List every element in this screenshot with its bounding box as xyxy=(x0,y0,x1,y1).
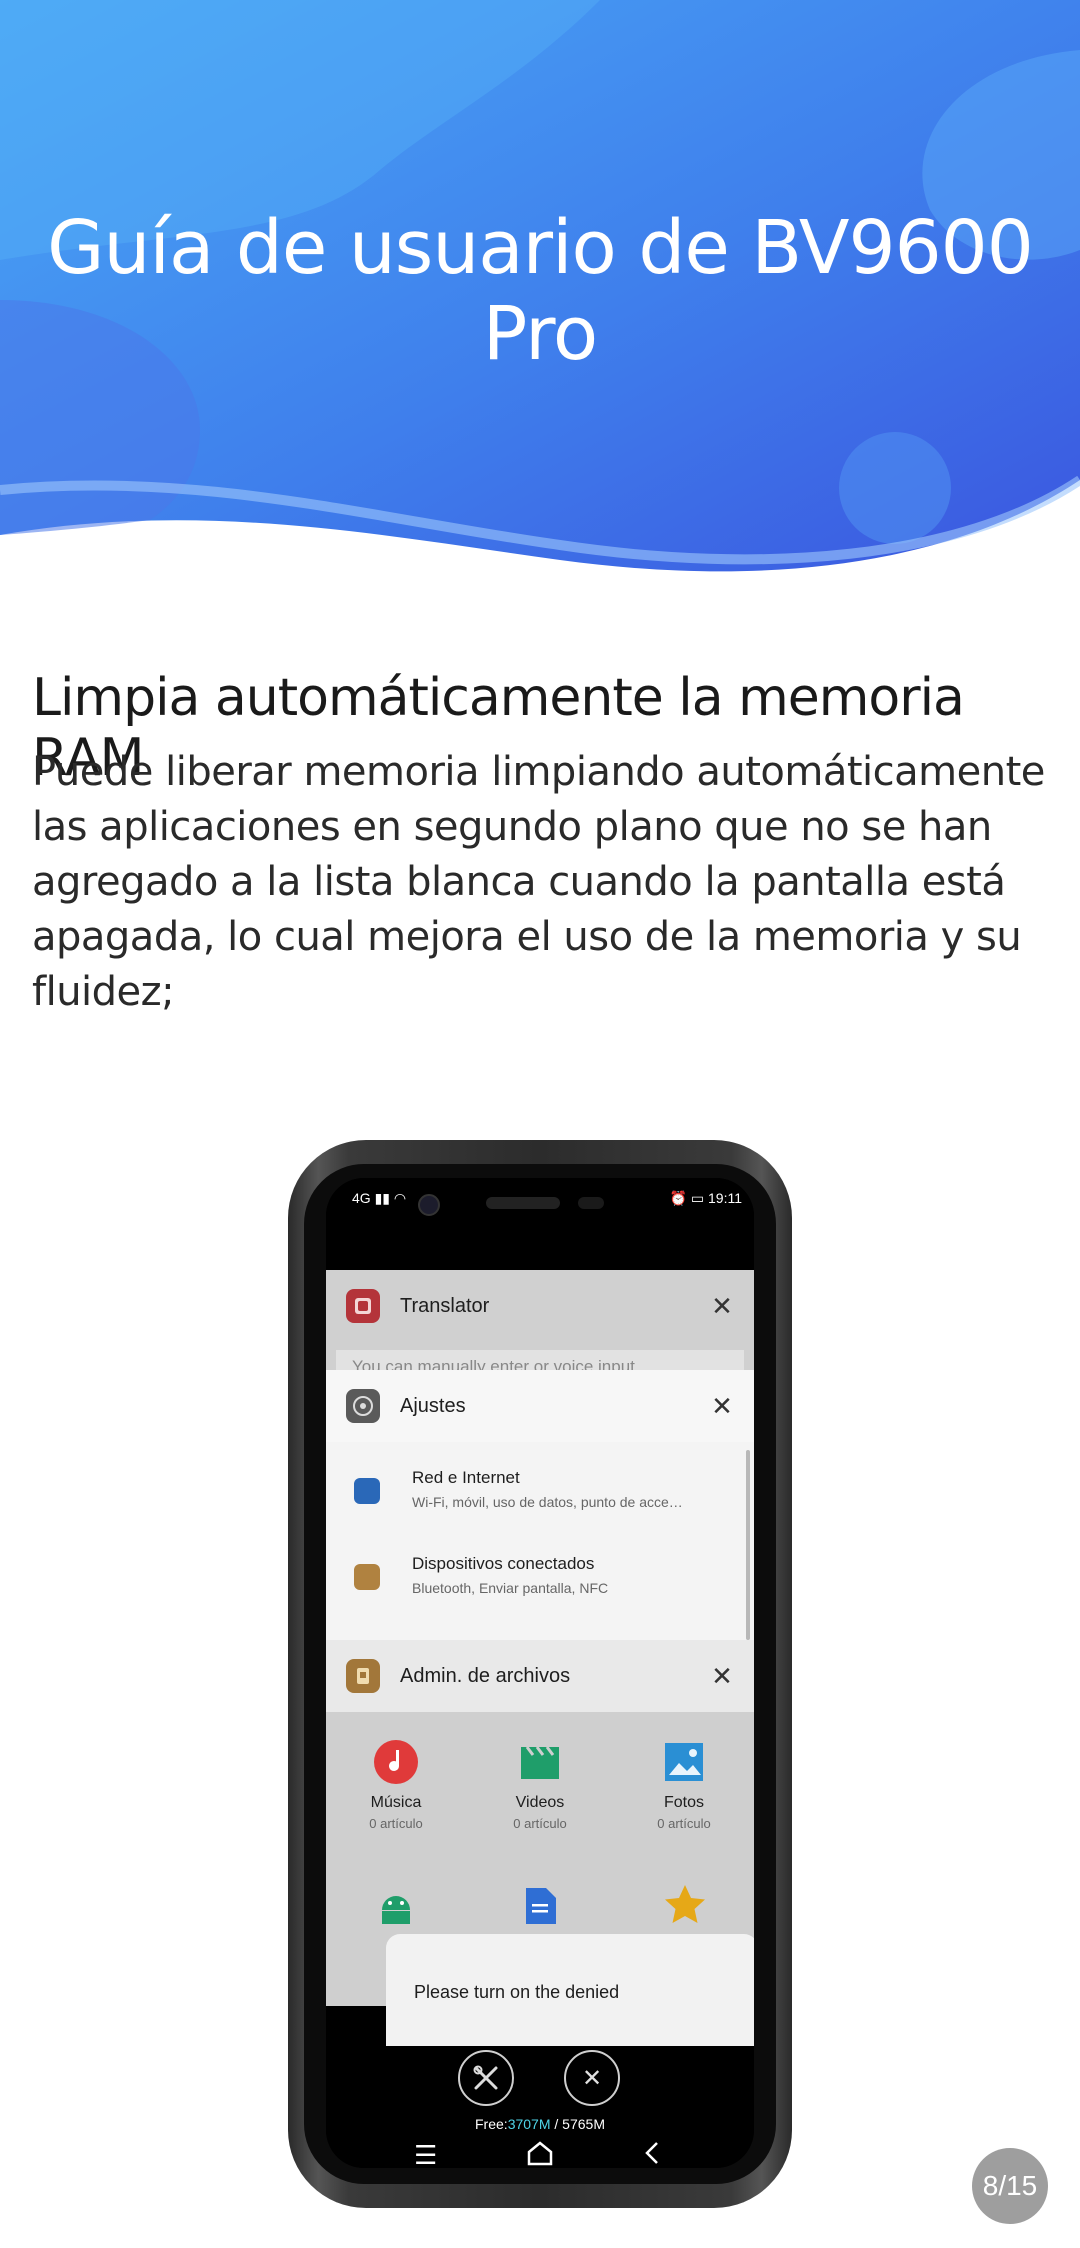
memory-readout: Free:3707M / 5765M xyxy=(326,2116,754,2132)
permission-dialog[interactable]: Please turn on the denied xyxy=(386,1934,754,2046)
menu-nav-icon[interactable]: ☰ xyxy=(414,2140,437,2168)
clear-all-button[interactable]: ✕ xyxy=(564,2050,620,2106)
category-videos[interactable]: Videos 0 artículo xyxy=(480,1738,600,1831)
card-title: Ajustes xyxy=(400,1394,466,1417)
scrollbar[interactable] xyxy=(746,1450,750,1640)
wifi-icon xyxy=(354,1478,380,1504)
card-title: Admin. de archivos xyxy=(400,1664,571,1687)
memory-label: Free: xyxy=(475,2116,508,2132)
close-icon[interactable]: ✕ xyxy=(702,1286,742,1326)
settings-row-title: Dispositivos conectados xyxy=(412,1554,595,1573)
category-music[interactable]: Música 0 artículo xyxy=(336,1738,456,1831)
card-header: Ajustes ✕ xyxy=(326,1370,754,1442)
file-manager-app-icon xyxy=(346,1659,380,1693)
memory-free: 3707M xyxy=(507,2116,551,2132)
close-icon[interactable]: ✕ xyxy=(702,1386,742,1426)
settings-row-title: Red e Internet xyxy=(412,1468,520,1487)
page-title: Guía de usuario de BV9600 Pro xyxy=(47,205,1034,377)
settings-row-subtitle: Wi-Fi, móvil, uso de datos, punto de acc… xyxy=(412,1494,683,1510)
settings-row-devices[interactable]: Dispositivos conectados Bluetooth, Envia… xyxy=(326,1542,754,1612)
document-icon xyxy=(524,1888,556,1929)
card-header: Admin. de archivos ✕ xyxy=(326,1640,754,1712)
settings-app-icon xyxy=(346,1389,380,1423)
image-icon xyxy=(660,1738,708,1786)
clapperboard-icon xyxy=(516,1738,564,1786)
recents-controls: ✕ Free:3707M / 5765M ☰ xyxy=(326,2046,754,2168)
connected-devices-icon xyxy=(354,1564,380,1590)
close-icon: ✕ xyxy=(581,2064,603,2092)
category-name: Música xyxy=(370,1794,422,1811)
category-count: 0 artículo xyxy=(369,1816,423,1831)
clock: 19:11 xyxy=(708,1190,742,1206)
status-right: ⏰ ▭ 19:11 xyxy=(670,1190,742,1207)
tools-button[interactable] xyxy=(458,2050,514,2106)
card-header: Translator ✕ xyxy=(326,1270,754,1342)
back-nav-icon[interactable] xyxy=(642,2140,662,2168)
dialog-text: Please turn on the denied xyxy=(414,1982,620,2002)
translator-app-icon xyxy=(346,1289,380,1323)
category-count: 0 artículo xyxy=(657,1816,711,1831)
network-label: 4G xyxy=(352,1190,371,1206)
signal-indicator: 4G ▮▮ ◠ xyxy=(352,1190,407,1206)
alarm-icon: ⏰ xyxy=(669,1190,687,1206)
memory-total: 5765M xyxy=(562,2116,605,2132)
proximity-sensor xyxy=(578,1197,604,1209)
tools-icon xyxy=(473,2065,498,2090)
memory-separator: / xyxy=(550,2116,563,2132)
recent-card-translator[interactable]: Translator ✕ You can manually enter or v… xyxy=(326,1270,754,1380)
settings-row-network[interactable]: Red e Internet Wi-Fi, móvil, uso de dato… xyxy=(326,1456,754,1526)
music-icon xyxy=(372,1738,420,1786)
section-body: Puede liberar memoria limpiando automáti… xyxy=(32,749,1045,1015)
settings-row-subtitle: Bluetooth, Enviar pantalla, NFC xyxy=(412,1580,609,1596)
star-icon xyxy=(664,1884,706,1929)
page-indicator-badge: 8/15 xyxy=(972,2148,1048,2224)
earpiece xyxy=(486,1197,560,1209)
category-name: Fotos xyxy=(663,1794,704,1811)
status-bar: 4G ▮▮ ◠ ⏰ ▭ 19:11 xyxy=(326,1178,754,1216)
phone-mockup: 4G ▮▮ ◠ ⏰ ▭ 19:11 Translator ✕ You can m… xyxy=(288,1140,792,2208)
category-name: Videos xyxy=(515,1794,565,1811)
phone-screen: 4G ▮▮ ◠ ⏰ ▭ 19:11 Translator ✕ You can m… xyxy=(326,1178,754,2168)
front-camera xyxy=(418,1194,440,1216)
battery-icon: ▭ xyxy=(690,1190,705,1206)
category-photos[interactable]: Fotos 0 artículo xyxy=(624,1738,744,1831)
android-icon xyxy=(378,1888,414,1929)
card-title: Translator xyxy=(400,1294,490,1317)
home-nav-icon[interactable] xyxy=(526,2140,554,2168)
recent-card-ajustes[interactable]: Ajustes ✕ Red e Internet Wi-Fi, móvil, u… xyxy=(326,1370,754,1640)
category-count: 0 artículo xyxy=(513,1816,567,1831)
close-icon[interactable]: ✕ xyxy=(702,1656,742,1696)
